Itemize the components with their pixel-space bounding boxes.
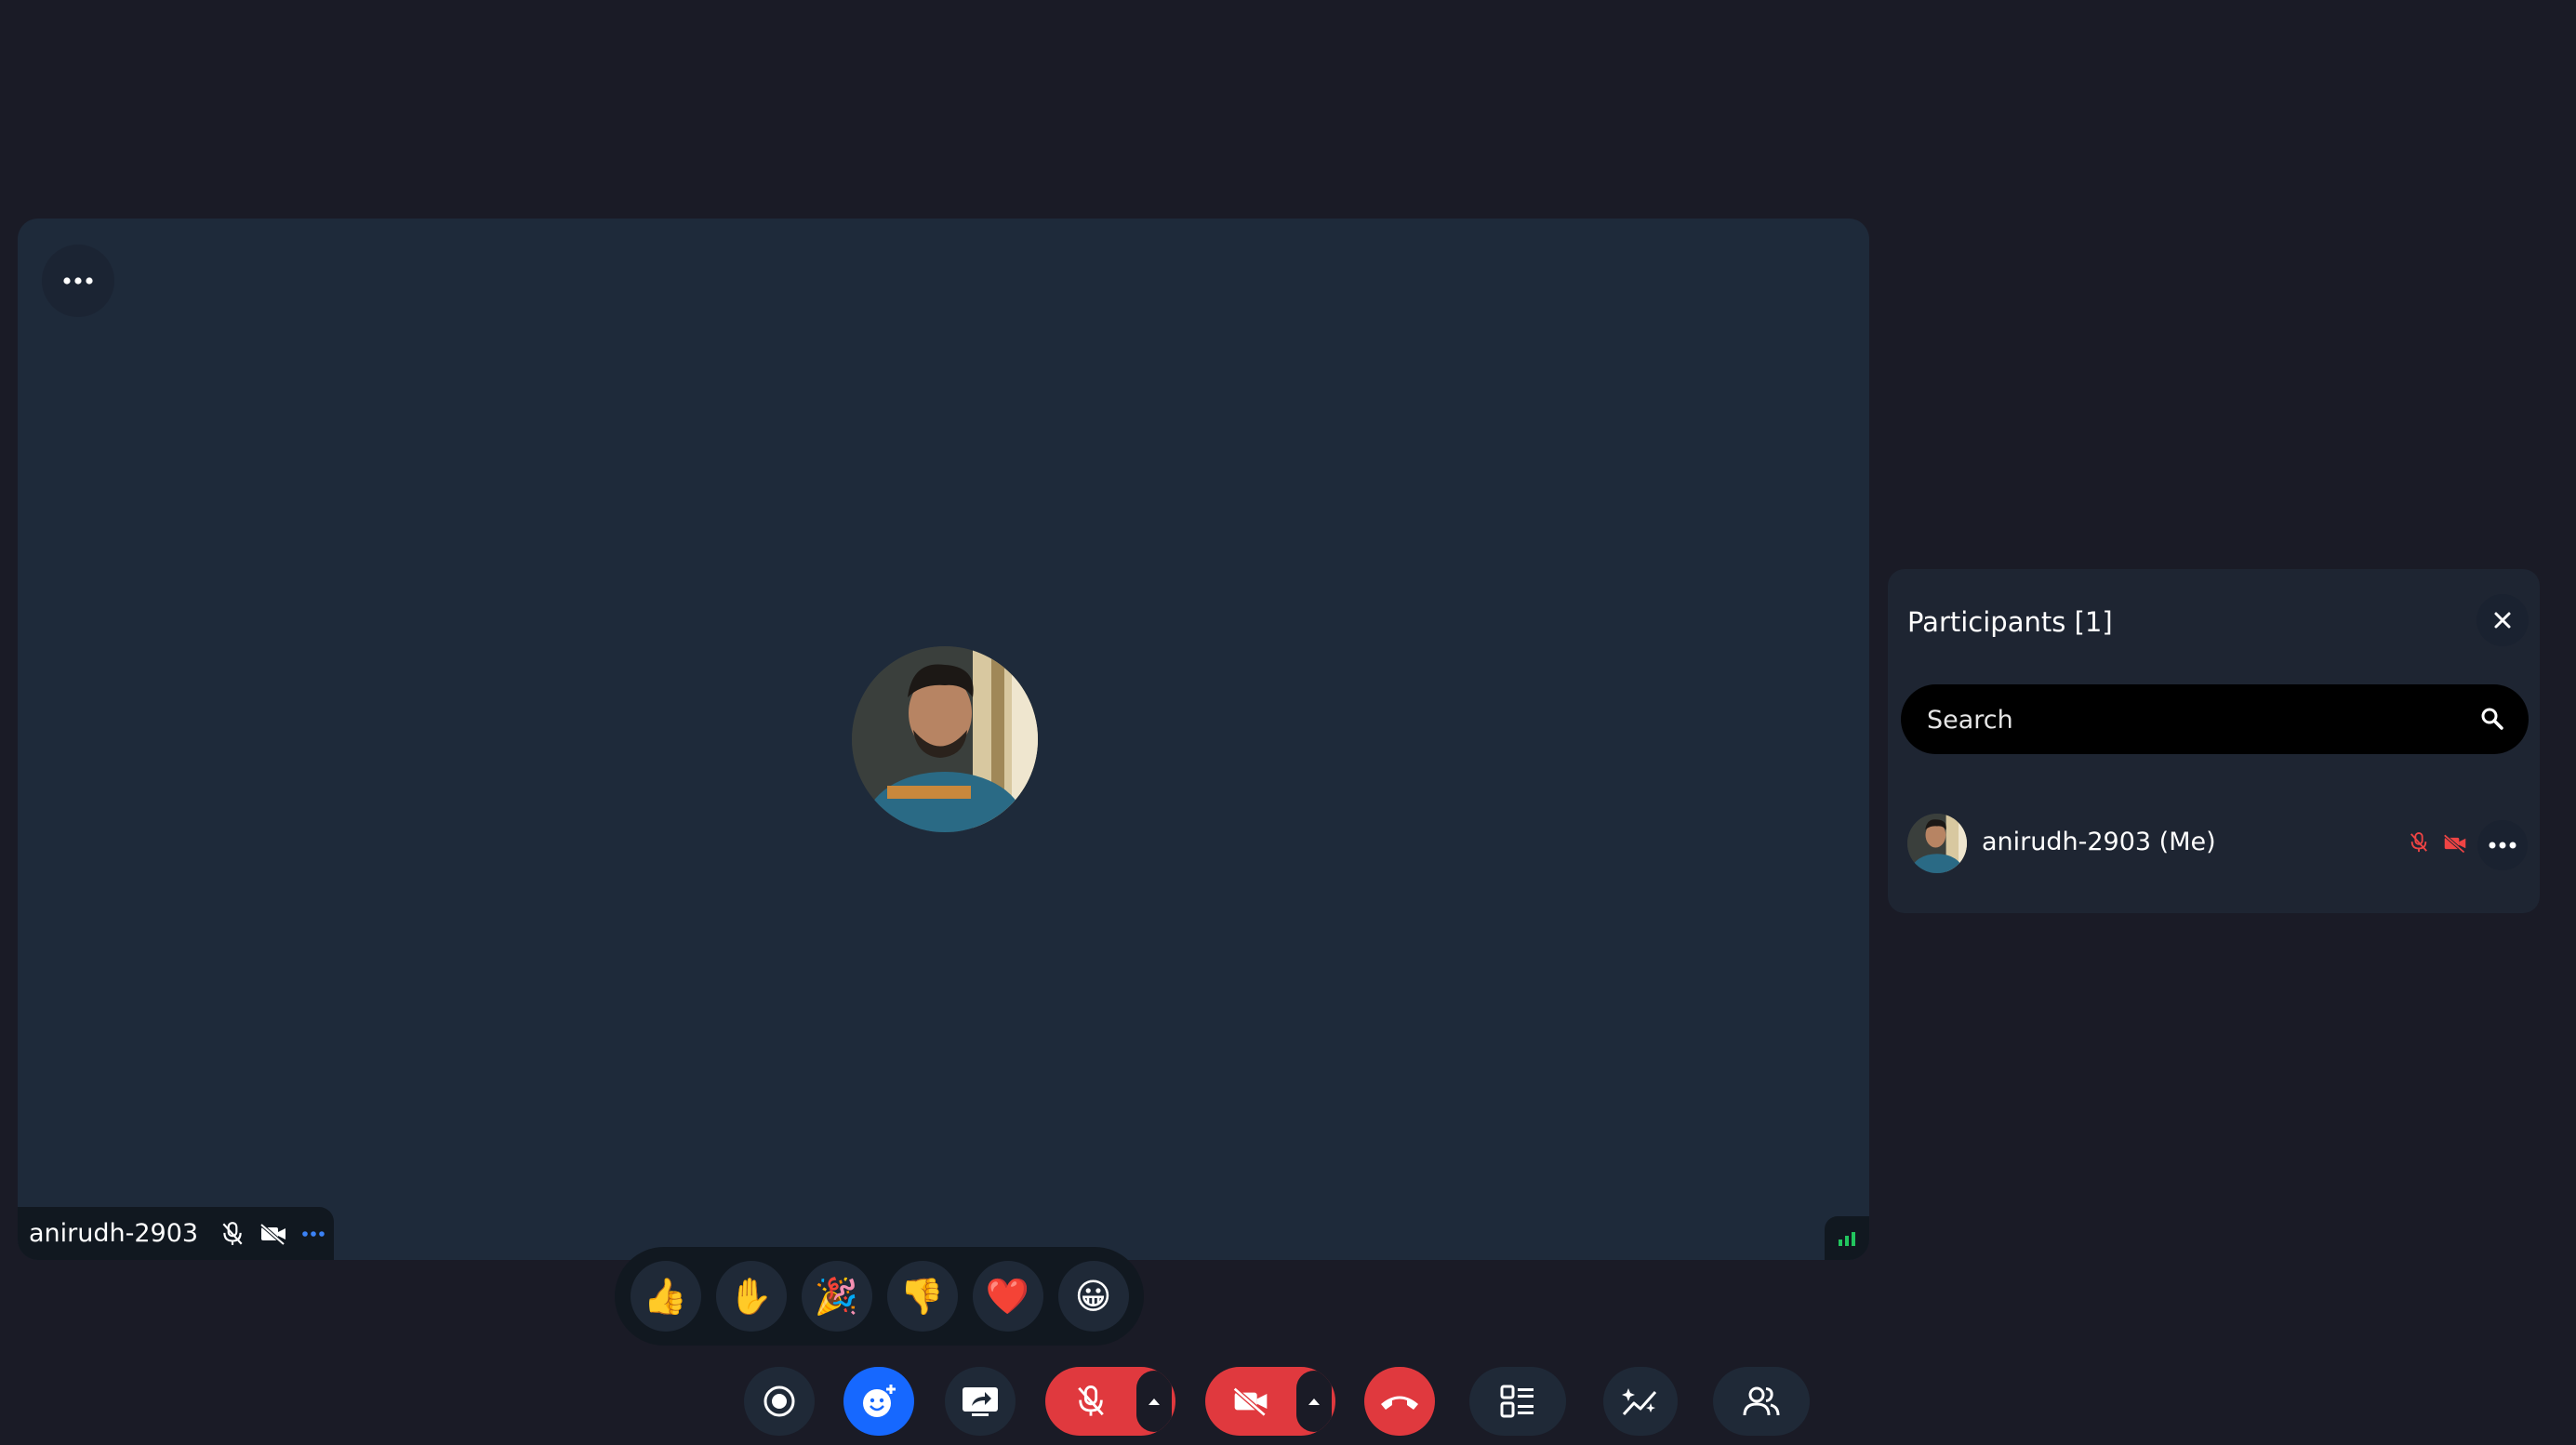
mic-off-icon <box>2410 832 2427 853</box>
search-input[interactable] <box>1925 684 2468 756</box>
more-horizontal-icon <box>63 277 93 285</box>
mic-toggle-button[interactable] <box>1045 1367 1136 1436</box>
mic-off-icon <box>222 1221 243 1245</box>
panel-title: Participants [1] <box>1907 606 2113 638</box>
camera-control <box>1205 1367 1335 1436</box>
participant-name-label: anirudh-2903 <box>29 1219 199 1248</box>
participant-name: anirudh-2903 (Me) <box>1982 828 2216 856</box>
mic-off-icon <box>1078 1385 1104 1416</box>
effects-button[interactable] <box>1603 1367 1678 1436</box>
emoji-add-icon <box>863 1385 896 1417</box>
search-icon[interactable] <box>2480 707 2504 731</box>
more-horizontal-icon <box>2489 842 2516 849</box>
share-screen-button[interactable] <box>945 1367 1016 1436</box>
mic-options-button[interactable] <box>1136 1371 1172 1432</box>
close-icon <box>2494 612 2511 629</box>
reaction-heart[interactable]: ❤️ <box>972 1261 1043 1332</box>
reaction-raised-hand[interactable]: ✋ <box>715 1261 787 1332</box>
caret-up-icon <box>1308 1398 1320 1405</box>
microphone-control <box>1045 1367 1175 1436</box>
record-button[interactable] <box>744 1367 815 1436</box>
sparkle-chart-icon <box>1622 1388 1657 1416</box>
reaction-party-popper[interactable]: 🎉 <box>801 1261 872 1332</box>
reaction-bar: 👍 ✋ 🎉 👎 ❤️ 😀 <box>615 1247 1144 1346</box>
screen-share-icon <box>963 1387 998 1416</box>
tile-menu-button[interactable] <box>42 245 114 317</box>
leave-call-button[interactable] <box>1364 1367 1435 1436</box>
search-box <box>1901 684 2529 756</box>
participants-panel: Participants [1] anirudh-2903 (Me) <box>1888 569 2540 913</box>
more-horizontal-icon[interactable] <box>302 1230 325 1237</box>
camera-toggle-button[interactable] <box>1205 1367 1296 1436</box>
avatar <box>1907 814 1967 873</box>
camera-options-button[interactable] <box>1296 1371 1332 1432</box>
reaction-thumbs-up[interactable]: 👍 <box>630 1261 701 1332</box>
layout-button[interactable] <box>1469 1367 1566 1436</box>
caret-up-icon <box>1149 1398 1160 1405</box>
participant-list-item: anirudh-2903 (Me) <box>1888 811 2540 876</box>
close-panel-button[interactable] <box>2476 594 2529 646</box>
phone-hangup-icon <box>1381 1396 1418 1410</box>
participant-more-button[interactable] <box>2477 820 2528 870</box>
signal-strength-icon <box>1839 1231 1855 1246</box>
video-off-icon <box>1232 1386 1268 1416</box>
participant-name-tag: anirudh-2903 <box>18 1207 335 1260</box>
reaction-thumbs-down[interactable]: 👎 <box>886 1261 958 1332</box>
video-off-icon <box>2443 834 2466 854</box>
participants-button[interactable] <box>1713 1367 1810 1436</box>
network-signal <box>1825 1216 1869 1260</box>
video-off-icon <box>259 1222 286 1246</box>
reactions-button[interactable] <box>843 1367 914 1436</box>
reaction-grinning-face[interactable]: 😀 <box>1057 1261 1129 1332</box>
record-icon <box>764 1385 795 1417</box>
users-icon <box>1743 1386 1780 1416</box>
layout-list-icon <box>1500 1385 1534 1418</box>
participant-avatar <box>852 646 1038 832</box>
video-tile: anirudh-2903 <box>18 219 1869 1260</box>
